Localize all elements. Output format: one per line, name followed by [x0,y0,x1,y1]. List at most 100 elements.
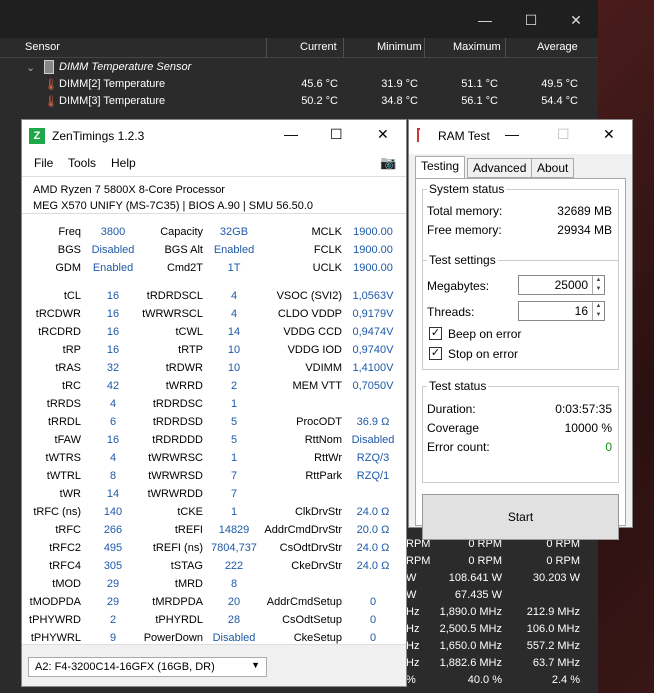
timing-label: CkeSetup [293,632,342,644]
col-maximum[interactable]: Maximum [453,41,501,53]
timing-label: BGS [57,244,81,256]
sensor-row[interactable]: 🌡 DIMM[2] Temperature 45.6 °C 31.9 °C 51… [0,76,598,93]
timing-value: 0,9740V [352,344,394,356]
tab-advanced[interactable]: Advanced [467,158,533,178]
sensor-row-partial[interactable]: Hz 1,890.0 MHz 212.9 MHz [404,604,598,621]
timing-label: Capacity [160,226,203,238]
sensor-row-partial[interactable]: Hz 2,500.5 MHz 106.0 MHz [404,621,598,638]
timing-label: GDM [55,262,81,274]
beep-on-error-checkbox[interactable]: ✓ [429,327,442,340]
timing-label: tRDRDSC [152,398,203,410]
thermometer-icon: 🌡 [44,79,58,91]
window-title: ZenTimings 1.2.3 [52,129,145,143]
sensor-row-partial[interactable]: W 67.435 W [404,587,598,604]
sensor-row-partial[interactable]: Hz 1,882.6 MHz 63.7 MHz [404,655,598,672]
timing-label: BGS Alt [164,244,203,256]
timing-value: 305 [103,560,123,572]
start-button[interactable]: Start [422,494,619,540]
test-status-group: Test status Duration: 0:03:57:35 Coverag… [422,379,619,483]
sensor-group-row[interactable]: ⌄ DIMM Temperature Sensor [0,59,598,76]
sensor-row-partial[interactable]: % 40.0 % 2.4 % [404,672,598,689]
minimize-icon[interactable]: — [284,126,298,142]
zentimings-titlebar: Z ZenTimings 1.2.3 — ☐ ✕ [22,120,406,152]
threads-input[interactable]: 16 ▲ ▼ [518,301,605,321]
close-icon[interactable]: ✕ [377,126,389,143]
camera-icon[interactable]: 📷 [380,155,396,171]
sensor-row-partial[interactable]: Hz 1,650.0 MHz 557.2 MHz [404,638,598,655]
maximize-icon[interactable]: ☐ [508,12,554,29]
timing-value: 0 [369,632,377,644]
stepper-arrows-icon[interactable]: ▲ ▼ [592,302,604,320]
timing-value: 29 [106,596,120,608]
timing-value: 24.0 Ω [356,560,390,572]
timing-label: RttPark [305,470,342,482]
menu-tools[interactable]: Tools [68,156,96,170]
timing-label: tRCDWR [35,308,81,320]
sensor-group-name: DIMM Temperature Sensor [59,61,192,73]
maximize-icon[interactable]: ☐ [330,126,343,143]
timing-label: tWRWRSCL [142,308,203,320]
minimize-icon[interactable]: — [462,12,508,28]
tab-about[interactable]: About [531,158,575,178]
timing-value: 1 [230,398,238,410]
stop-on-error-checkbox[interactable]: ✓ [429,347,442,360]
timing-value: 16 [106,308,120,320]
timing-value: 36.9 Ω [356,416,390,428]
timing-value: 9 [109,632,117,644]
timing-label: ClkDrvStr [294,506,342,518]
timing-value: 5 [230,434,238,446]
col-current[interactable]: Current [300,41,337,53]
col-minimum[interactable]: Minimum [377,41,422,53]
timing-label: tRDWR [165,362,203,374]
menu-file[interactable]: File [34,156,53,170]
sensor-row-partial[interactable]: RPM 0 RPM 0 RPM [404,553,598,570]
timing-value: 1900.00 [353,226,393,238]
timing-value: 222 [224,560,244,572]
megabytes-input[interactable]: 25000 ▲ ▼ [518,275,605,295]
timing-value: 4 [109,452,117,464]
ramtest-logo-icon [417,128,420,142]
minimize-icon[interactable]: — [505,126,519,142]
timing-value: 0,7050V [352,380,394,392]
timing-label: VSOC (SVI2) [276,290,342,302]
timing-label: tPHYWRL [30,632,81,644]
timing-value: 1T [227,262,241,274]
timing-label: tSTAG [170,560,203,572]
close-icon[interactable]: ✕ [603,126,615,143]
timing-label: tRFC4 [49,560,81,572]
timing-value: 5 [230,416,238,428]
timing-value: 7 [230,470,238,482]
timing-label: tMOD [52,578,81,590]
menu-bar: File Tools Help 📷 [22,152,406,174]
ramtest-window: RAM Test — ☐ ✕ Testing Advanced About Sy… [408,119,633,540]
timing-value: 495 [103,542,123,554]
duration-value: 0:03:57:35 [555,402,612,416]
memory-chip-icon [44,60,54,74]
sensor-row-partial[interactable]: W 108.641 W 30.203 W [404,570,598,587]
dimm-select[interactable]: A2: F4-3200C14-16GFX (16GB, DR) ▼ [28,657,267,677]
menu-help[interactable]: Help [111,156,136,170]
close-icon[interactable]: ✕ [553,12,599,29]
timing-value: 16 [106,290,120,302]
stepper-arrows-icon[interactable]: ▲ ▼ [592,276,604,294]
chevron-down-icon[interactable]: ⌄ [26,61,35,74]
chevron-down-icon[interactable]: ▼ [251,660,260,670]
zentimings-footer: A2: F4-3200C14-16GFX (16GB, DR) ▼ [22,644,406,686]
timing-label: tRFC2 [49,542,81,554]
timing-value: RZQ/3 [356,452,390,464]
cpu-info: AMD Ryzen 7 5800X 8-Core Processor MEG X… [22,176,406,214]
timing-value: 0,9179V [352,308,394,320]
col-average[interactable]: Average [537,41,578,53]
timing-value: 3800 [100,226,126,238]
sensor-row[interactable]: 🌡 DIMM[3] Temperature 50.2 °C 34.8 °C 56… [0,93,598,110]
tab-testing[interactable]: Testing [415,156,466,179]
timing-label: tRFC (ns) [33,506,81,518]
col-sensor[interactable]: Sensor [25,41,60,53]
timing-label: tCL [63,290,81,302]
timing-label: ProcODT [296,416,342,428]
timing-label: UCLK [312,262,342,274]
timing-value: 2 [230,380,238,392]
timing-label: CsOdtSetup [282,614,342,626]
timing-value: 140 [103,506,123,518]
timing-label: tRC [62,380,81,392]
